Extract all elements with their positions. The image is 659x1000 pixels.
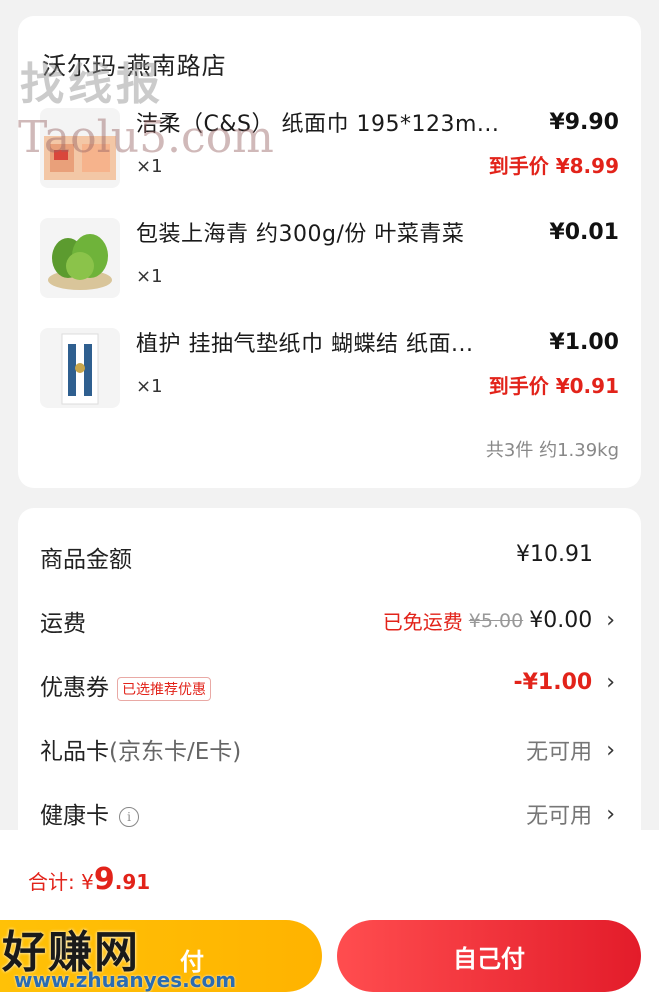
chevron-right-icon: › [606, 608, 615, 633]
giftcard-label: 礼品卡 [40, 739, 109, 765]
list-item[interactable]: 包装上海青 约300g/份 叶菜青菜 ×1 ¥0.01 [18, 218, 641, 308]
product-image [40, 218, 120, 298]
shipping-row[interactable]: 运费 已免运费 ¥5.00 ¥0.00 › [18, 600, 641, 640]
product-image [40, 328, 120, 408]
chevron-right-icon: › [606, 670, 615, 695]
item-price: ¥0.01 [549, 220, 619, 245]
giftcard-row[interactable]: 礼品卡(京东卡/E卡) 无可用 › [18, 728, 641, 768]
item-title: 植护 挂抽气垫纸巾 蝴蝶结 纸面... [136, 332, 474, 357]
total-integer: 9 [93, 862, 115, 897]
total-label: 合计: [28, 870, 75, 894]
store-name[interactable]: 沃尔玛-燕南路店 [42, 46, 227, 81]
list-item[interactable]: 洁柔（C&S） 纸面巾 195*123m... ×1 ¥9.90 到手价 ¥8.… [18, 108, 641, 198]
coupon-value: -¥1.00 [513, 670, 593, 695]
goods-amount-label: 商品金额 [40, 547, 132, 573]
goods-amount-value: ¥10.91 [516, 542, 593, 567]
store-order-card: 沃尔玛-燕南路店 洁柔（C&S） 纸面巾 195*123m... ×1 ¥9.9… [18, 16, 641, 488]
total-currency: ¥ [81, 870, 94, 894]
original-shipping-fee: ¥5.00 [468, 609, 524, 632]
order-summary: 共3件 约1.39kg [485, 440, 619, 461]
healthcard-value: 无可用 [526, 804, 593, 829]
item-title: 洁柔（C&S） 纸面巾 195*123m... [136, 112, 500, 137]
info-icon[interactable]: i [119, 806, 139, 827]
healthcard-row[interactable]: 健康卡 i 无可用 › [18, 792, 641, 832]
giftcard-sublabel: (京东卡/E卡) [109, 739, 242, 765]
shipping-label: 运费 [40, 611, 86, 637]
fee-card: 商品金额 ¥10.91 运费 已免运费 ¥5.00 ¥0.00 › 优惠券 已选推… [18, 508, 641, 848]
healthcard-label: 健康卡 [40, 803, 109, 829]
free-shipping-text: 已免运费 [382, 610, 463, 634]
item-title: 包装上海青 约300g/份 叶菜青菜 [136, 222, 465, 247]
coupon-tag: 已选推荐优惠 [117, 676, 211, 701]
item-final-price: 到手价 ¥8.99 [488, 154, 619, 178]
goods-amount-row: 商品金额 ¥10.91 [18, 536, 641, 576]
item-quantity: ×1 [136, 376, 163, 397]
total-decimal: .91 [114, 870, 151, 894]
list-item[interactable]: 植护 挂抽气垫纸巾 蝴蝶结 纸面... ×1 ¥1.00 到手价 ¥0.91 [18, 328, 641, 418]
chevron-right-icon: › [606, 801, 615, 827]
friend-pay-label: 付 [180, 948, 204, 976]
order-total: 合计: ¥9.91 [28, 862, 150, 897]
product-image [40, 108, 120, 188]
shipping-value: ¥0.00 [529, 608, 593, 633]
giftcard-value: 无可用 [526, 740, 593, 765]
item-final-price: 到手价 ¥0.91 [488, 374, 619, 398]
coupon-row[interactable]: 优惠券 已选推荐优惠 -¥1.00 › [18, 664, 641, 704]
coupon-label: 优惠券 [40, 675, 109, 701]
item-quantity: ×1 [136, 266, 163, 287]
self-pay-button[interactable]: 自己付 [337, 920, 641, 992]
chevron-right-icon: › [606, 737, 615, 763]
item-quantity: ×1 [136, 156, 163, 177]
item-price: ¥1.00 [549, 330, 619, 355]
checkout-bar: 合计: ¥9.91 付 自己付 [0, 830, 659, 1000]
item-price: ¥9.90 [549, 110, 619, 135]
friend-pay-button[interactable]: 付 [0, 920, 322, 992]
